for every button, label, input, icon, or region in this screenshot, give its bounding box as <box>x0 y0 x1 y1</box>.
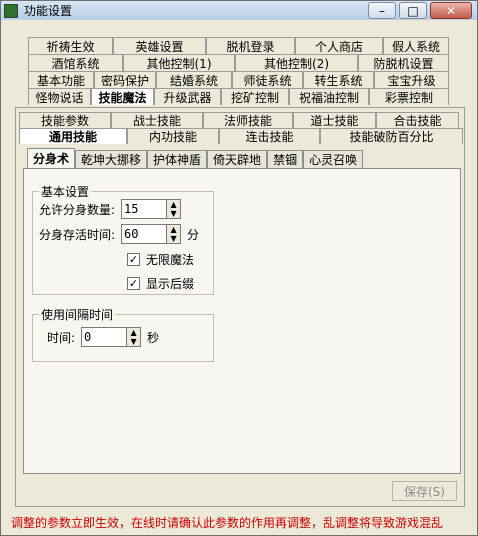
tab-master-apprentice[interactable]: 师徒系统 <box>232 71 303 88</box>
clone-count-row: 允许分身数量: ▲ ▼ <box>39 199 182 219</box>
tab-tavern[interactable]: 酒馆系统 <box>28 54 123 71</box>
tab-prayer[interactable]: 祈祷生效 <box>28 37 113 54</box>
survival-time-row: 分身存活时间: ▲ ▼ 分 <box>39 224 199 244</box>
interval-time-spinner[interactable]: ▲ ▼ <box>81 327 142 347</box>
warning-footer: 调整的参数立即生效，在线时请确认此参数的作用再调整，乱调整将导致游戏混乱 <box>11 516 444 530</box>
subtab-row: 分身术 乾坤大挪移 护体神盾 倚天辟地 禁锢 心灵召唤 <box>27 148 364 168</box>
interval-time-input[interactable] <box>82 328 127 346</box>
survival-time-unit: 分 <box>187 227 200 242</box>
tab-marriage[interactable]: 结婚系统 <box>156 71 232 88</box>
infinite-magic-label: 无限魔法 <box>146 253 195 267</box>
tab-offline-login[interactable]: 脱机登录 <box>206 37 295 54</box>
tab-internal-skills[interactable]: 内功技能 <box>127 128 219 144</box>
subtab-imprison[interactable]: 禁锢 <box>267 150 304 168</box>
spinner-down-icon[interactable]: ▼ <box>127 337 141 346</box>
subtab-summon[interactable]: 心灵召唤 <box>303 150 364 168</box>
save-button[interactable]: 保存(S) <box>392 481 457 501</box>
spinner-up-icon[interactable]: ▲ <box>167 200 181 209</box>
tab-hero[interactable]: 英雄设置 <box>113 37 206 54</box>
tab-upgrade-weapon[interactable]: 升级武器 <box>154 88 221 105</box>
interval-time-row: 时间: ▲ ▼ 秒 <box>47 327 159 347</box>
tab-skill-params[interactable]: 技能参数 <box>19 112 111 128</box>
minimize-button[interactable]: – <box>368 2 396 19</box>
spinner-down-icon[interactable]: ▼ <box>167 234 181 243</box>
spinner-up-icon[interactable]: ▲ <box>167 225 181 234</box>
tab-taoist-skills[interactable]: 道士技能 <box>293 112 376 128</box>
interval-time-unit: 秒 <box>147 330 160 345</box>
settings-window: 功能设置 – □ ✕ 祈祷生效 英雄设置 脱机登录 个人商店 假人系统 酒馆系统… <box>0 0 478 536</box>
survival-time-input[interactable] <box>122 225 167 243</box>
app-icon <box>4 3 18 18</box>
window-title: 功能设置 <box>24 4 73 18</box>
clone-count-label: 允许分身数量: <box>39 202 116 217</box>
interval-settings-legend: 使用间隔时间 <box>41 308 114 322</box>
subtab-yitian[interactable]: 倚天辟地 <box>207 150 268 168</box>
tab-row-2: 酒馆系统 其他控制(1) 其他控制(2) 防脱机设置 <box>28 54 449 71</box>
title-bar[interactable]: 功能设置 – □ ✕ <box>1 1 477 20</box>
clone-count-input[interactable] <box>122 200 167 218</box>
tab-combo-attack[interactable]: 连击技能 <box>219 128 320 144</box>
tab-bot-system[interactable]: 假人系统 <box>383 37 449 54</box>
checkbox-checked-icon[interactable]: ✓ <box>127 253 140 266</box>
tab-armor-break[interactable]: 技能破防百分比 <box>320 128 463 144</box>
clone-count-spinner[interactable]: ▲ ▼ <box>121 199 182 219</box>
inner-tab-row-1: 技能参数 战士技能 法师技能 道士技能 合击技能 <box>19 112 463 128</box>
tab-basic-functions[interactable]: 基本功能 <box>28 71 94 88</box>
tab-mage-skills[interactable]: 法师技能 <box>203 112 293 128</box>
tab-monster-talk[interactable]: 怪物说话 <box>28 88 91 105</box>
maximize-button[interactable]: □ <box>399 2 427 19</box>
show-suffix-checkbox[interactable]: ✓ 显示后缀 <box>127 275 194 292</box>
tab-mining-control[interactable]: 挖矿控制 <box>221 88 289 105</box>
tab-row-3: 基本功能 密码保护 结婚系统 师徒系统 转生系统 宝宝升级 <box>28 71 449 88</box>
inner-tab-row-2: 通用技能 内功技能 连击技能 技能破防百分比 <box>19 128 463 144</box>
tab-lottery-control[interactable]: 彩票控制 <box>369 88 449 105</box>
tab-other-control-1[interactable]: 其他控制(1) <box>123 54 235 71</box>
tab-personal-store[interactable]: 个人商店 <box>295 37 383 54</box>
basic-settings-legend: 基本设置 <box>41 185 90 199</box>
tab-anti-offline[interactable]: 防脱机设置 <box>358 54 449 71</box>
interval-time-label: 时间: <box>47 330 76 345</box>
spinner-down-icon[interactable]: ▼ <box>167 209 181 218</box>
tab-password-protect[interactable]: 密码保护 <box>94 71 156 88</box>
tab-row-1: 祈祷生效 英雄设置 脱机登录 个人商店 假人系统 <box>28 37 449 54</box>
tab-row-4: 怪物说话 技能魔法 升级武器 挖矿控制 祝福油控制 彩票控制 <box>28 88 449 105</box>
tab-bless-oil-control[interactable]: 祝福油控制 <box>289 88 369 105</box>
infinite-magic-checkbox[interactable]: ✓ 无限魔法 <box>127 251 194 268</box>
window-controls: – □ ✕ <box>368 2 472 19</box>
tab-rebirth[interactable]: 转生系统 <box>303 71 374 88</box>
close-button[interactable]: ✕ <box>430 2 472 19</box>
subtab-clone[interactable]: 分身术 <box>27 148 76 168</box>
spinner-up-icon[interactable]: ▲ <box>127 328 141 337</box>
tab-common-skills[interactable]: 通用技能 <box>19 128 127 144</box>
tab-warrior-skills[interactable]: 战士技能 <box>111 112 203 128</box>
checkbox-checked-icon[interactable]: ✓ <box>127 277 140 290</box>
show-suffix-label: 显示后缀 <box>146 277 195 291</box>
tab-other-control-2[interactable]: 其他控制(2) <box>235 54 358 71</box>
survival-time-label: 分身存活时间: <box>39 227 116 242</box>
subtab-qiankun[interactable]: 乾坤大挪移 <box>75 150 148 168</box>
subtab-shield[interactable]: 护体神盾 <box>147 150 208 168</box>
tab-skill-magic[interactable]: 技能魔法 <box>91 88 154 105</box>
survival-time-spinner[interactable]: ▲ ▼ <box>121 224 182 244</box>
tab-combo-skills[interactable]: 合击技能 <box>376 112 459 128</box>
tab-pet-upgrade[interactable]: 宝宝升级 <box>374 71 449 88</box>
